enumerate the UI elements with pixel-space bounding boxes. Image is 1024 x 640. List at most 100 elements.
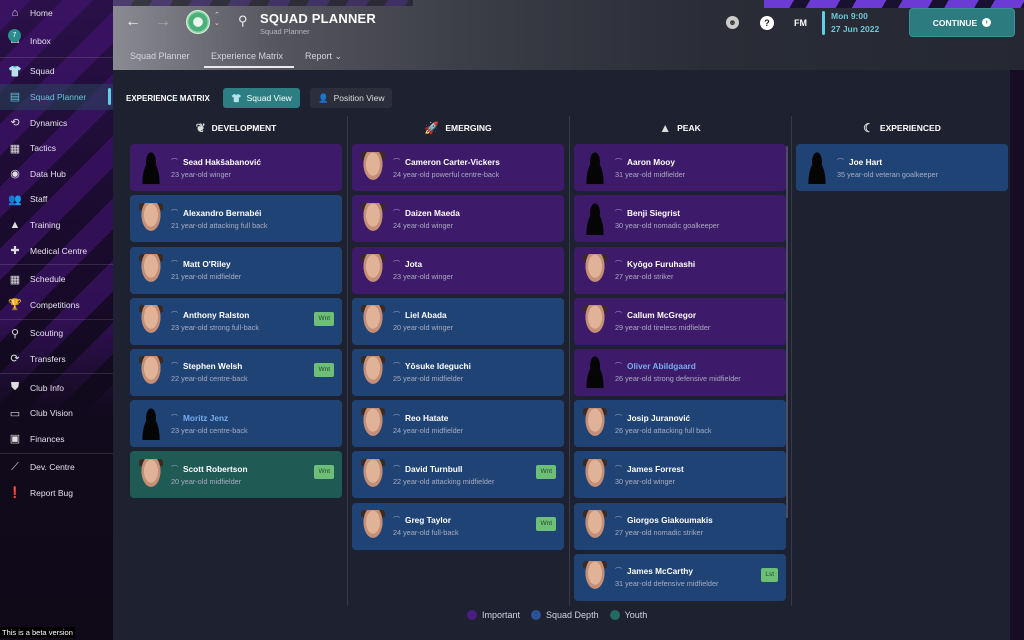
player-card[interactable]: ⌒ Oliver Abildgaard 26 year-old strong def… (574, 348, 786, 396)
player-card[interactable]: ⌒ Stephen Welsh 22 year-old centre-back Wnt (130, 348, 342, 396)
player-card[interactable]: ⌒ James McCarthy 31 year-old defensive mid… (574, 553, 786, 601)
column-header: ☾ EXPERIENCED (796, 116, 1008, 140)
back-arrow-icon[interactable]: ← (125, 13, 141, 31)
player-card[interactable]: ⌒ David Turnbull 22 year-old attacking mid… (352, 451, 564, 499)
player-name[interactable]: David Turnbull (405, 464, 462, 474)
player-name[interactable]: Sead Hakšabanović (183, 157, 261, 167)
player-photo (583, 305, 607, 338)
sidebar-item-squad[interactable]: 👕 Squad (0, 59, 113, 85)
player-name[interactable]: Moritz Jenz (183, 413, 228, 423)
player-card[interactable]: ⌒ James Forrest 30 year-old winger (574, 451, 786, 499)
player-name[interactable]: Greg Taylor (405, 515, 451, 525)
tab-report[interactable]: Report ⌄ (305, 51, 342, 62)
player-name[interactable]: Daizen Maeda (405, 208, 460, 218)
sidebar-item-medical-centre[interactable]: ✚ Medical Centre (0, 238, 113, 264)
continue-button[interactable]: CONTINUE › (909, 8, 1015, 37)
player-name[interactable]: Reo Hatate (405, 413, 448, 423)
player-card[interactable]: ⌒ Scott Robertson 20 year-old midfielder Wn… (130, 451, 342, 499)
player-photo (361, 510, 385, 542)
sidebar-item-squad-planner[interactable]: ▤ Squad Planner (0, 84, 113, 110)
player-card[interactable]: ⌒ Aaron Mooy 31 year-old midfielder (574, 144, 786, 192)
sidebar-item-report-bug[interactable]: ❗ Report Bug (0, 480, 113, 506)
sidebar-item-inbox[interactable]: ✉7Inbox (0, 26, 113, 56)
sidebar-item-club-vision[interactable]: ▭ Club Vision (0, 400, 113, 426)
player-info: ⌒ Callum McGregor 29 year-old tireless mid… (615, 310, 710, 332)
hooded-head-icon: ⌒ (615, 414, 622, 422)
club-crest-icon[interactable] (186, 10, 210, 34)
player-name[interactable]: Aaron Mooy (627, 157, 675, 167)
globe-icon[interactable]: ☻ (726, 16, 739, 29)
sidebar-item-scouting[interactable]: ⚲ Scouting (0, 321, 113, 347)
player-card[interactable]: ⌒ Jota 23 year-old winger (352, 246, 564, 294)
player-name[interactable]: Josip Juranović (627, 413, 690, 423)
help-icon[interactable]: ? (760, 16, 774, 30)
medical-icon: ✚ (10, 245, 20, 258)
peak-column-scrollbar[interactable] (786, 146, 788, 518)
player-name[interactable]: Anthony Ralston (183, 310, 249, 320)
sidebar-item-staff[interactable]: 👥 Staff (0, 187, 113, 213)
player-card[interactable]: ⌒ Joe Hart 35 year-old veteran goalkeeper (796, 144, 1008, 192)
sidebar-item-competitions[interactable]: 🏆 Competitions (0, 292, 113, 318)
player-name[interactable]: James McCarthy (627, 566, 693, 576)
player-name[interactable]: Oliver Abildgaard (627, 361, 696, 371)
player-name-row: ⌒ James Forrest (615, 464, 684, 474)
player-card[interactable]: ⌒ Greg Taylor 24 year-old full-back Wnt (352, 502, 564, 550)
player-card[interactable]: ⌒ Reo Hatate 24 year-old midfielder (352, 400, 564, 448)
player-name[interactable]: Stephen Welsh (183, 361, 242, 371)
player-name[interactable]: Benji Siegrist (627, 208, 680, 218)
player-card[interactable]: ⌒ Benji Siegrist 30 year-old nomadic goalk… (574, 195, 786, 243)
club-switch-chevrons-icon[interactable]: ⌃ ⌄ (214, 12, 220, 28)
tab-squad-planner[interactable]: Squad Planner (130, 51, 190, 61)
tab-experience-matrix[interactable]: Experience Matrix (211, 51, 283, 61)
player-card[interactable]: ⌒ Liel Abada 20 year-old winger (352, 297, 564, 345)
sidebar-item-home[interactable]: ⌂ Home (0, 0, 113, 26)
player-card[interactable]: ⌒ Giorgos Giakoumakis 27 year-old nomadic … (574, 502, 786, 550)
player-card[interactable]: ⌒ Sead Hakšabanović 23 year-old winger (130, 144, 342, 192)
home-icon: ⌂ (11, 6, 19, 19)
sidebar-item-training[interactable]: ▲ Training (0, 212, 113, 238)
search-icon[interactable]: ⚲ (238, 13, 248, 29)
position-view-button[interactable]: 👤 Position View (310, 88, 393, 108)
sidebar-item-schedule[interactable]: ▦ Schedule (0, 266, 113, 292)
player-name-row: ⌒ Josip Juranović (615, 413, 712, 423)
player-name[interactable]: James Forrest (627, 464, 684, 474)
player-name[interactable]: Matt O'Riley (183, 259, 231, 269)
forward-arrow-icon[interactable]: → (155, 13, 171, 31)
sidebar-item-transfers[interactable]: ⟳ Transfers (0, 346, 113, 372)
sidebar-item-dynamics[interactable]: ⟲ Dynamics (0, 110, 113, 136)
player-card[interactable]: ⌒ Cameron Carter-Vickers 24 year-old power… (352, 144, 564, 192)
fm-menu-icon[interactable]: FM (794, 18, 807, 28)
sidebar-item-dev-centre[interactable]: ⟋ Dev. Centre (0, 455, 113, 481)
player-name[interactable]: Cameron Carter-Vickers (405, 157, 500, 167)
player-name[interactable]: Scott Robertson (183, 464, 248, 474)
game-date: 27 Jun 2022 (831, 24, 880, 34)
player-info: ⌒ Josip Juranović 26 year-old attacking fu… (615, 413, 712, 435)
player-info: ⌒ James McCarthy 31 year-old defensive mid… (615, 566, 718, 588)
player-name-row: ⌒ Moritz Jenz (171, 413, 248, 423)
player-card[interactable]: ⌒ Daizen Maeda 24 year-old winger (352, 195, 564, 243)
player-description: 30 year-old winger (615, 476, 676, 486)
sidebar-item-data-hub[interactable]: ◉ Data Hub (0, 161, 113, 187)
player-name-row: ⌒ Cameron Carter-Vickers (393, 157, 500, 167)
player-name[interactable]: Kyōgo Furuhashi (627, 259, 695, 269)
player-card[interactable]: ⌒ Callum McGregor 29 year-old tireless mid… (574, 297, 786, 345)
player-card[interactable]: ⌒ Moritz Jenz 23 year-old centre-back (130, 400, 342, 448)
player-name[interactable]: Jota (405, 259, 422, 269)
sidebar-item-club-info[interactable]: ⛊ Club Info (0, 375, 113, 401)
player-name[interactable]: Joe Hart (849, 157, 882, 167)
sidebar-item-tactics[interactable]: ▦ Tactics (0, 135, 113, 161)
squad-view-button[interactable]: 👕 Squad View (223, 88, 300, 108)
player-card[interactable]: ⌒ Anthony Ralston 23 year-old strong full-… (130, 297, 342, 345)
player-name[interactable]: Giorgos Giakoumakis (627, 515, 713, 525)
player-card[interactable]: ⌒ Alexandro Bernabéi 21 year-old attacking… (130, 195, 342, 243)
sidebar-item-label: Tactics (30, 143, 56, 154)
player-name[interactable]: Yōsuke Ideguchi (405, 361, 471, 371)
player-name[interactable]: Alexandro Bernabéi (183, 208, 261, 218)
player-card[interactable]: ⌒ Kyōgo Furuhashi 27 year-old striker (574, 246, 786, 294)
player-card[interactable]: ⌒ Josip Juranović 26 year-old attacking fu… (574, 400, 786, 448)
player-name[interactable]: Liel Abada (405, 310, 447, 320)
sidebar-item-finances[interactable]: ▣ Finances (0, 426, 113, 452)
player-card[interactable]: ⌒ Matt O'Riley 21 year-old midfielder (130, 246, 342, 294)
player-name[interactable]: Callum McGregor (627, 310, 696, 320)
player-card[interactable]: ⌒ Yōsuke Ideguchi 25 year-old midfielder (352, 348, 564, 396)
